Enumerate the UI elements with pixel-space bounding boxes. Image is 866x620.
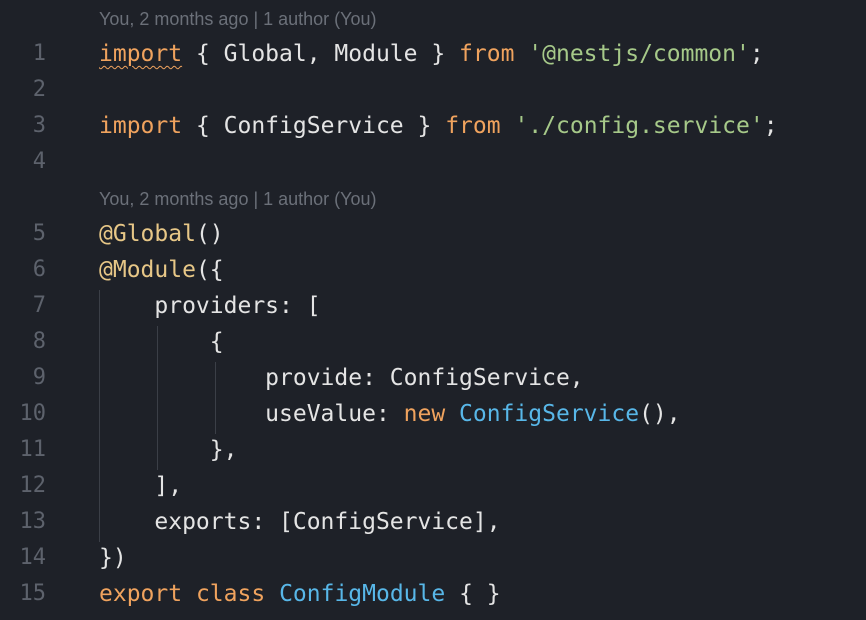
code-token: { } [445,581,501,607]
code-token: () [195,221,224,247]
line-number: 5 [32,221,46,246]
code-text: exports: [ConfigService], [99,504,501,540]
code-token: { Global, Module } [182,41,460,67]
line-number: 11 [19,437,47,462]
blame-codelens-middle[interactable]: You, 2 months ago | 1 author (You) [99,181,377,217]
code-token: class [195,581,266,607]
line-number: 2 [32,77,46,102]
code-token: @Global [99,221,196,247]
code-token: { ConfigService } [182,113,446,139]
code-text: { [99,324,224,360]
code-line[interactable]: 15 export class ConfigModule { } [0,576,866,612]
code-text: @Module({ [99,252,224,288]
code-line[interactable]: 4 [0,144,866,180]
code-token: '@nestjs/common' [528,41,750,67]
code-token: import [99,41,183,67]
code-token: new [403,401,446,427]
code-text: import { Global, Module } from '@nestjs/… [99,36,764,72]
code-token: ConfigService [459,401,640,427]
code-token: ({ [195,257,224,283]
code-text: @Global() [99,216,224,252]
code-token: from [445,113,501,139]
line-number: 14 [19,545,47,570]
code-text: provide: ConfigService, [99,360,584,396]
code-token: }, [99,437,238,463]
code-line[interactable]: 7 providers: [ [0,288,866,324]
line-number: 13 [19,509,47,534]
line-number: 7 [32,293,46,318]
code-token: (), [639,401,681,427]
line-number: 10 [19,401,47,426]
blame-codelens-top[interactable]: You, 2 months ago | 1 author (You) [99,1,377,37]
code-token: ; [749,41,764,67]
code-token: }) [99,545,127,571]
code-text: }) [99,540,127,576]
code-token: { [99,329,224,355]
code-text: }, [99,432,238,468]
code-text: ], [99,468,182,504]
code-text: export class ConfigModule { } [99,576,501,612]
code-line[interactable]: 1 import { Global, Module } from '@nestjs… [0,36,866,72]
code-token: exports: [ConfigService], [99,509,501,535]
code-token: provide: ConfigService, [99,365,584,391]
code-token: ConfigModule [279,581,446,607]
code-editor[interactable]: You, 2 months ago | 1 author (You) You, … [0,0,866,620]
code-line[interactable]: 2 [0,72,866,108]
code-token: @Module [99,257,196,283]
code-text: providers: [ [99,288,321,324]
code-token: import [99,113,183,139]
code-line[interactable]: 13 exports: [ConfigService], [0,504,866,540]
line-number: 12 [19,473,47,498]
line-number: 6 [32,257,46,282]
code-text: useValue: new ConfigService(), [99,396,681,432]
code-token: from [459,41,515,67]
code-line[interactable]: 9 provide: ConfigService, [0,360,866,396]
line-number: 4 [32,149,46,174]
code-token: providers: [ [99,293,321,319]
code-line[interactable]: 8 { [0,324,866,360]
code-token: useValue: [99,401,404,427]
code-token: ], [99,473,183,499]
code-line[interactable]: 11 }, [0,432,866,468]
code-line[interactable]: 14}) [0,540,866,576]
code-line[interactable]: 10 useValue: new ConfigService(), [0,396,866,432]
code-token: ; [763,113,778,139]
code-line[interactable]: 6 @Module({ [0,252,866,288]
line-number: 1 [32,41,46,66]
code-token: './config.service' [514,113,764,139]
code-line[interactable]: 12 ], [0,468,866,504]
code-line[interactable]: 3 import { ConfigService } from './config… [0,108,866,144]
line-number: 9 [32,365,46,390]
code-line[interactable]: 5 @Global() [0,216,866,252]
line-number: 3 [32,113,46,138]
code-token: export [99,581,183,607]
line-number: 15 [19,581,47,606]
line-number: 8 [32,329,46,354]
code-text: import { ConfigService } from './config.… [99,108,778,144]
